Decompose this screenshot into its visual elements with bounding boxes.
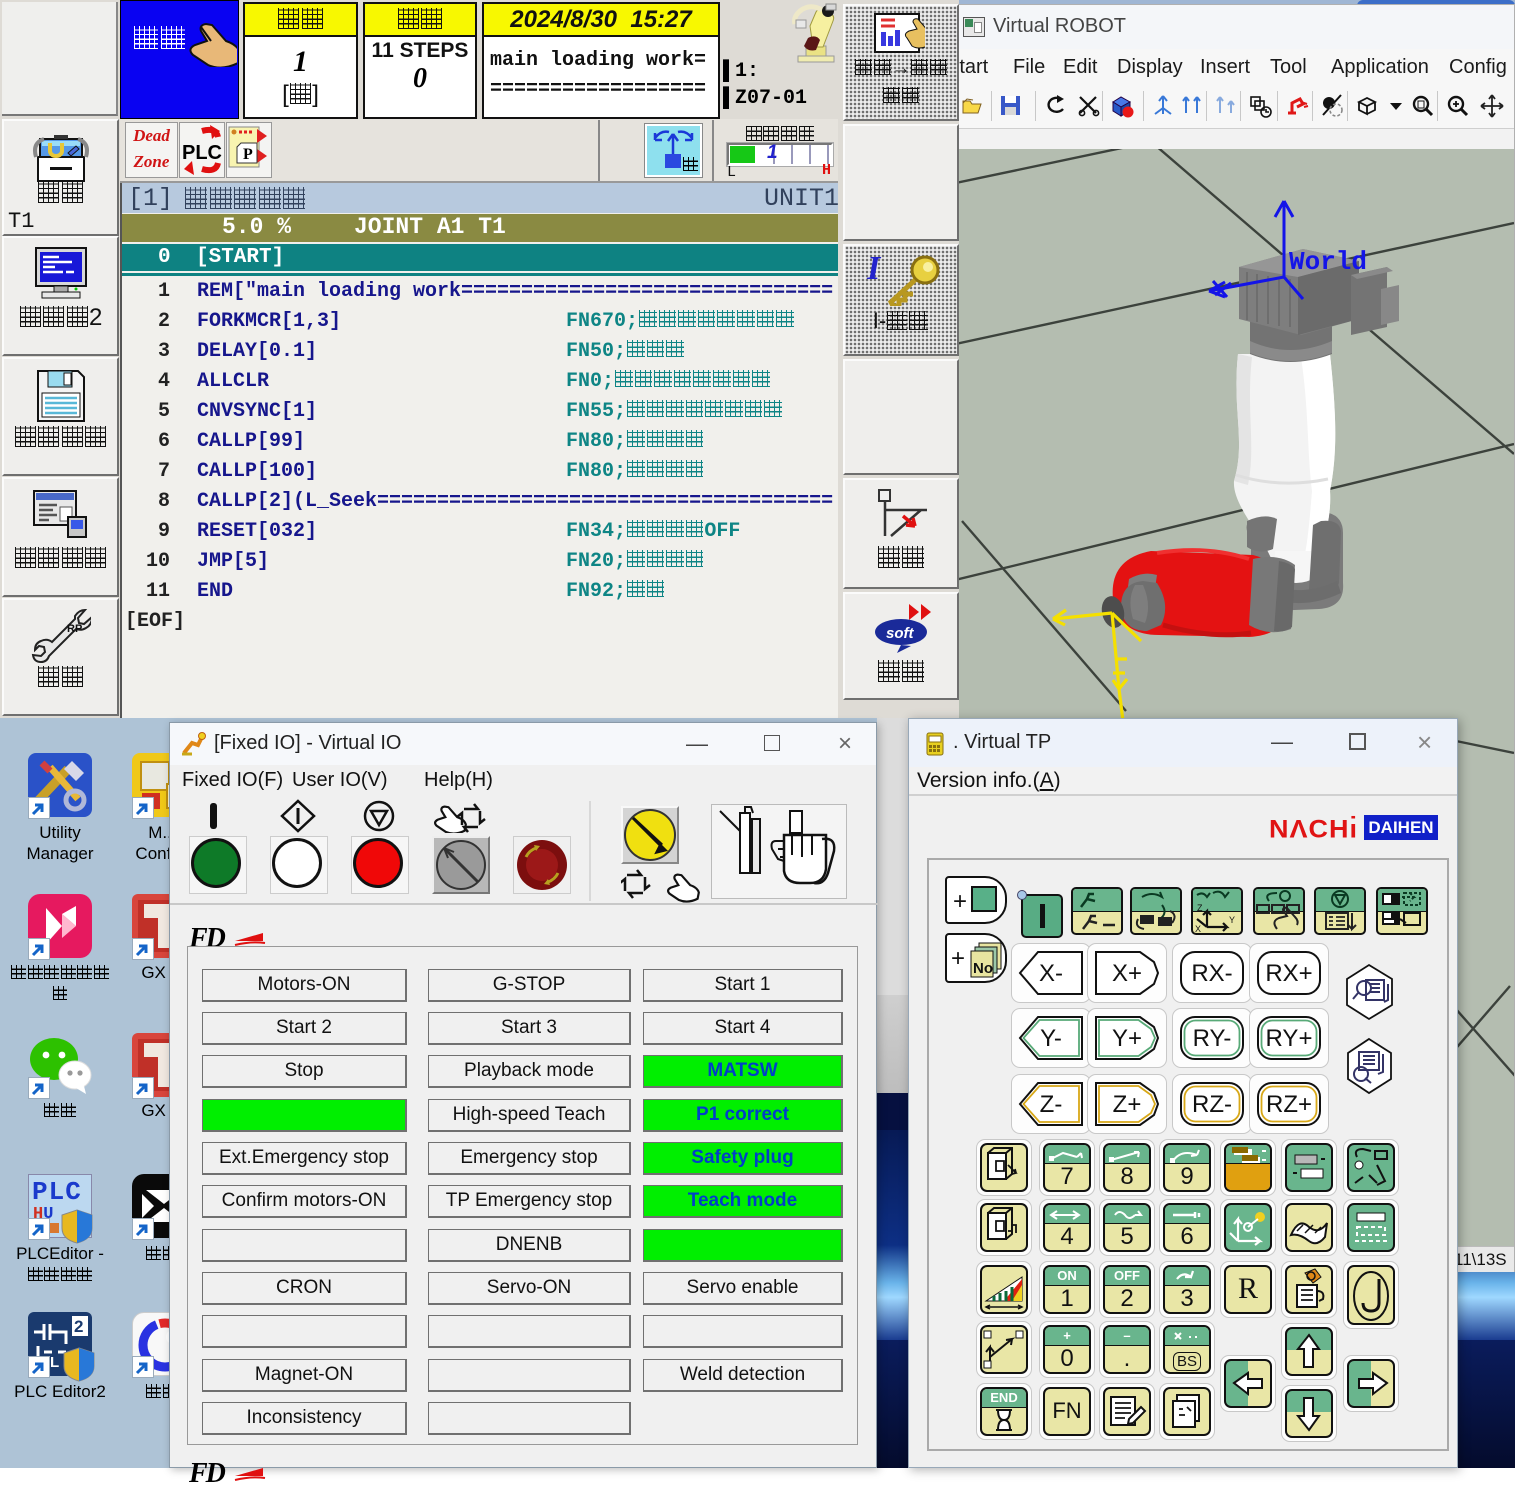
svg-text:Y: Y [1229,915,1235,925]
svg-text:World: World [1289,247,1367,277]
svg-text:soft: soft [886,625,915,642]
svg-text:No: No [973,960,993,977]
svg-text:Y-: Y- [1040,1025,1062,1052]
svg-text:X: X [1195,924,1201,933]
svg-text:RP: RP [67,623,82,635]
svg-text:RZ-: RZ- [1192,1091,1232,1118]
svg-text:RZ+: RZ+ [1266,1091,1312,1118]
svg-text:RY-: RY- [1193,1025,1232,1052]
svg-text:X+: X+ [1112,960,1142,987]
svg-text:2: 2 [74,1317,83,1336]
svg-text:RX+: RX+ [1265,960,1312,987]
svg-text:X-: X- [1039,960,1063,987]
svg-text:RY+: RY+ [1266,1025,1313,1052]
svg-text:Z: Z [1197,903,1203,913]
svg-text:RX-: RX- [1191,960,1232,987]
svg-text:Z-: Z- [1040,1091,1063,1118]
svg-text:Z+: Z+ [1113,1091,1142,1118]
svg-text:PLC: PLC [182,142,222,164]
svg-text:Y+: Y+ [1112,1025,1142,1052]
svg-text:P: P [243,146,253,163]
